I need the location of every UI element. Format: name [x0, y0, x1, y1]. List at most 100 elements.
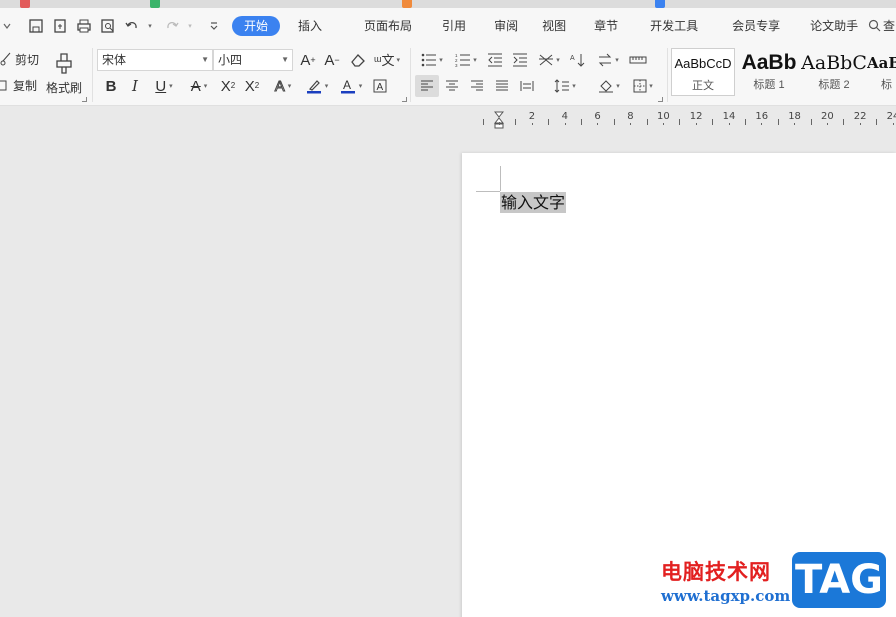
- menu-chevron-icon[interactable]: [0, 16, 14, 36]
- style-normal[interactable]: AaBbCcD 正文: [671, 48, 735, 96]
- decrease-indent-button[interactable]: [485, 50, 505, 70]
- style-heading-3[interactable]: AaB 标: [867, 48, 896, 96]
- ruler-tick: [695, 123, 697, 125]
- ruler-tick: [482, 119, 484, 125]
- horizontal-ruler[interactable]: 24681012141618202224: [470, 111, 896, 129]
- decrease-font-size-button[interactable]: A −: [322, 50, 342, 70]
- subscript-button[interactable]: X2: [242, 76, 262, 96]
- text-effects-button[interactable]: A ▾: [268, 76, 298, 96]
- bullets-button[interactable]: ▾: [417, 50, 447, 70]
- ruler-tick: [712, 119, 714, 125]
- tab-home[interactable]: 开始: [232, 16, 281, 36]
- ruler-tick: [892, 123, 894, 125]
- home-ribbon: 剪切 复制 格式刷 宋体 ▼ 小四 ▼ A + A − ᵚ文 ▾ B I U ▾ A ▾ …: [0, 44, 896, 106]
- highlight-color-button[interactable]: ▾: [302, 76, 332, 96]
- ruler-tick: [531, 123, 533, 125]
- font-name-value: 宋体: [102, 53, 127, 67]
- strikethrough-button[interactable]: A ▾: [184, 76, 214, 96]
- style-name: 标题 1: [753, 79, 785, 91]
- chinese-layout-button[interactable]: ▾: [535, 50, 563, 70]
- print-icon[interactable]: [74, 16, 94, 36]
- tab-view[interactable]: 视图: [532, 16, 580, 36]
- italic-button[interactable]: I: [125, 76, 145, 96]
- tab-member[interactable]: 会员专享: [712, 16, 794, 36]
- tab-developer[interactable]: 开发工具: [632, 16, 712, 36]
- ruler-label: 12: [689, 111, 703, 122]
- font-color-button[interactable]: A ▾: [336, 76, 366, 96]
- scissors-icon: [0, 52, 11, 66]
- style-name: 标: [881, 79, 892, 91]
- font-color-icon: A: [340, 78, 355, 94]
- borders-button[interactable]: ▾: [628, 75, 658, 97]
- tab-review[interactable]: 审阅: [480, 16, 532, 36]
- increase-indent-button[interactable]: [510, 50, 530, 70]
- bold-button[interactable]: B: [101, 76, 121, 96]
- svg-text:A: A: [377, 82, 384, 93]
- font-size-select[interactable]: 小四 ▼: [213, 49, 293, 71]
- svg-text:3: 3: [455, 63, 458, 67]
- ruler-tick: [548, 119, 550, 125]
- svg-text:A: A: [343, 78, 351, 92]
- font-name-select[interactable]: 宋体 ▼: [97, 49, 213, 71]
- indent-marker-icon[interactable]: [493, 111, 505, 129]
- text-direction-button[interactable]: ▾: [594, 50, 622, 70]
- ruler-icon: [629, 56, 647, 64]
- cut-label: 剪切: [15, 52, 40, 67]
- cut-button[interactable]: 剪切: [0, 50, 39, 68]
- tab-sections[interactable]: 章节: [580, 16, 632, 36]
- font-launcher-icon[interactable]: [402, 97, 407, 102]
- tab-indicator-red[interactable]: [20, 0, 30, 8]
- distribute-button[interactable]: [517, 75, 537, 97]
- ruler-tick: [859, 123, 861, 125]
- tab-indicator-blue[interactable]: [655, 0, 665, 8]
- justify-button[interactable]: [492, 75, 512, 97]
- document-canvas[interactable]: [0, 131, 896, 617]
- show-ruler-button[interactable]: [628, 50, 648, 70]
- tab-thesis[interactable]: 论文助手: [794, 16, 872, 36]
- ruler-tick: [876, 119, 878, 125]
- ruler-label: 16: [755, 111, 769, 122]
- chevron-down-icon: ▼: [201, 55, 209, 64]
- customize-toolbar-icon[interactable]: [204, 16, 224, 36]
- align-center-button[interactable]: [442, 75, 462, 97]
- redo-icon[interactable]: [162, 16, 182, 36]
- underline-button[interactable]: U ▾: [149, 76, 179, 96]
- export-pdf-icon[interactable]: [50, 16, 70, 36]
- document-page[interactable]: [462, 153, 896, 617]
- sort-button[interactable]: A: [568, 50, 588, 70]
- ribbon-tabs: 开始 插入 页面布局 引用 审阅 视图 章节 开发工具 会员专享 论文助手: [232, 16, 872, 36]
- save-icon[interactable]: [26, 16, 46, 36]
- align-left-button[interactable]: [415, 75, 439, 97]
- numbering-button[interactable]: 1 2 3 ▾: [451, 50, 481, 70]
- tab-indicator-green[interactable]: [150, 0, 160, 8]
- style-heading-1[interactable]: AaBb 标题 1: [737, 48, 801, 96]
- align-left-icon: [421, 80, 433, 91]
- superscript-button[interactable]: X2: [218, 76, 238, 96]
- tab-references[interactable]: 引用: [426, 16, 480, 36]
- style-preview: AaBbCcD: [674, 56, 732, 71]
- tab-insert[interactable]: 插入: [280, 16, 336, 36]
- style-name: 标题 2: [818, 79, 850, 91]
- print-preview-icon[interactable]: [98, 16, 118, 36]
- align-right-button[interactable]: [467, 75, 487, 97]
- phonetic-guide-button[interactable]: ᵚ文 ▾: [372, 50, 402, 70]
- tab-indicator-orange[interactable]: [402, 0, 412, 8]
- paragraph-launcher-icon[interactable]: [658, 97, 663, 102]
- clear-format-button[interactable]: [348, 50, 368, 70]
- search-button[interactable]: 查: [868, 17, 895, 34]
- undo-icon[interactable]: [122, 16, 142, 36]
- redo-dropdown-icon[interactable]: ▾: [186, 16, 194, 36]
- margin-corner-mark: [500, 166, 501, 191]
- selected-text[interactable]: 输入文字: [500, 192, 567, 213]
- undo-dropdown-icon[interactable]: ▾: [146, 16, 154, 36]
- increase-font-size-button[interactable]: A +: [298, 50, 318, 70]
- clipboard-launcher-icon[interactable]: [82, 97, 87, 102]
- shading-button[interactable]: ▾: [594, 75, 624, 97]
- line-spacing-button[interactable]: ▾: [550, 75, 580, 97]
- copy-button[interactable]: 复制: [0, 76, 37, 94]
- character-border-button[interactable]: A: [370, 76, 390, 96]
- style-heading-2[interactable]: AaBbC 标题 2: [801, 48, 867, 96]
- format-painter-button[interactable]: 格式刷: [44, 48, 84, 98]
- tab-page-layout[interactable]: 页面布局: [336, 16, 426, 36]
- search-label: 查: [883, 19, 896, 33]
